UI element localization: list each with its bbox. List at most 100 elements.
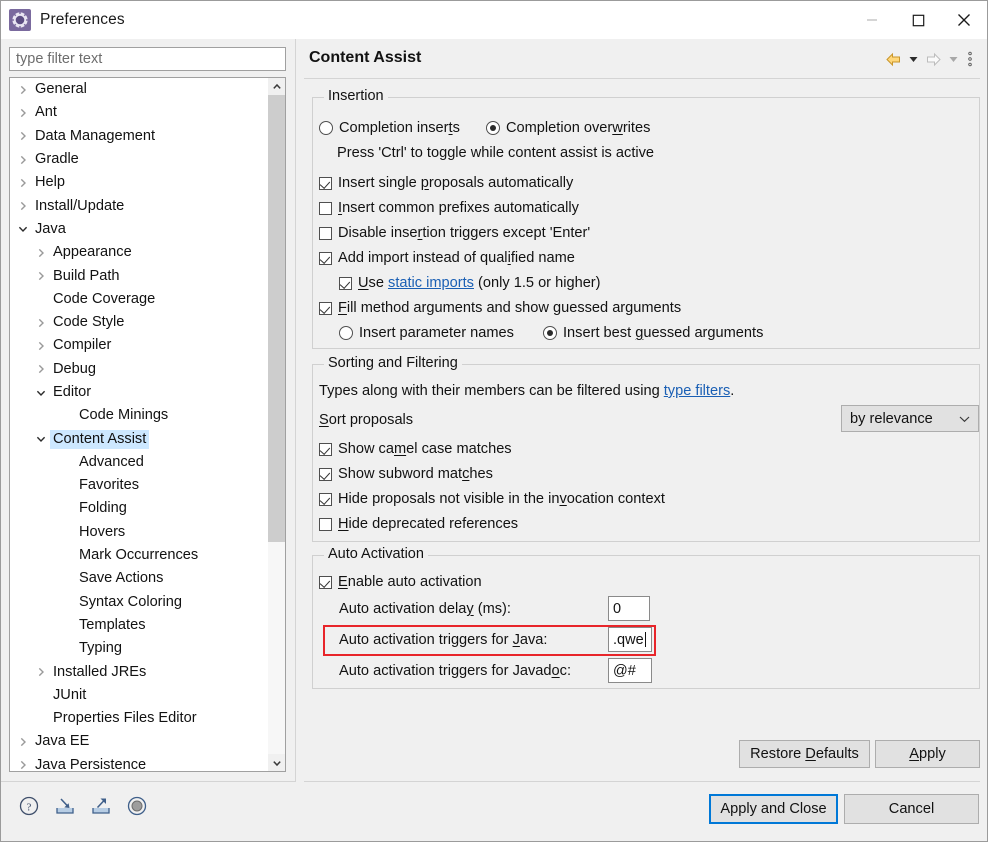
import-icon[interactable] (53, 794, 77, 818)
cancel-button[interactable]: Cancel (844, 794, 979, 824)
chevron-right-icon[interactable] (32, 248, 50, 258)
help-icon[interactable]: ? (17, 794, 41, 818)
scrollbar-thumb[interactable] (268, 95, 285, 542)
tree-item-debug[interactable]: Debug (10, 358, 268, 381)
checkbox-indicator[interactable] (339, 276, 352, 290)
checkbox-indicator[interactable] (319, 467, 332, 481)
back-caret-down-icon[interactable] (906, 49, 920, 69)
radio-indicator[interactable] (319, 121, 333, 135)
checkbox-insert-common-prefixes[interactable]: Insert common prefixes automatically (319, 199, 579, 217)
checkbox-indicator[interactable] (319, 226, 332, 240)
checkbox-indicator[interactable] (319, 251, 332, 265)
checkbox-add-import[interactable]: Add import instead of qualified name (319, 249, 575, 267)
tree-item-content-assist[interactable]: Content Assist (10, 427, 268, 450)
restore-defaults-button[interactable]: Restore Defaults (739, 740, 870, 768)
back-arrow-icon[interactable] (882, 49, 904, 69)
tree-item-advanced[interactable]: Advanced (10, 451, 268, 474)
checkbox-insert-single-proposals[interactable]: Insert single proposals automatically (319, 174, 573, 192)
checkbox-show-subword-matches[interactable]: Show subword matches (319, 465, 493, 483)
chevron-right-icon[interactable] (32, 667, 50, 677)
checkbox-fill-method-arguments[interactable]: Fill method arguments and show guessed a… (319, 299, 681, 317)
chevron-right-icon[interactable] (14, 155, 32, 165)
checkbox-indicator[interactable] (319, 301, 332, 315)
tree-item-code-style[interactable]: Code Style (10, 311, 268, 334)
filter-box[interactable] (9, 47, 286, 71)
tree-item-java-persistence[interactable]: Java Persistence (10, 754, 268, 771)
tree-item-java[interactable]: Java (10, 218, 268, 241)
checkbox-hide-invisible-proposals[interactable]: Hide proposals not visible in the invoca… (319, 490, 665, 508)
scroll-up-button[interactable] (268, 78, 285, 95)
search-input[interactable] (14, 49, 281, 69)
radio-indicator[interactable] (543, 326, 557, 340)
tree-item-folding[interactable]: Folding (10, 497, 268, 520)
tree-item-java-ee[interactable]: Java EE (10, 730, 268, 753)
tree-item-install-update[interactable]: Install/Update (10, 194, 268, 217)
radio-insert-parameter-names[interactable]: Insert parameter names (339, 324, 514, 342)
apply-and-close-button[interactable]: Apply and Close (709, 794, 838, 824)
maximize-button[interactable] (895, 1, 941, 39)
tree-item-ant[interactable]: Ant (10, 101, 268, 124)
chevron-down-icon[interactable] (14, 224, 32, 234)
tree-item-syntax-coloring[interactable]: Syntax Coloring (10, 591, 268, 614)
radio-indicator[interactable] (486, 121, 500, 135)
tree-item-general[interactable]: General (10, 78, 268, 101)
checkbox-indicator[interactable] (319, 517, 332, 531)
export-icon[interactable] (89, 794, 113, 818)
auto-activation-java-input[interactable]: .qwe (608, 627, 652, 652)
radio-indicator[interactable] (339, 326, 353, 340)
radio-completion-inserts[interactable]: Completion inserts (319, 119, 460, 137)
apply-button[interactable]: Apply (875, 740, 980, 768)
chevron-right-icon[interactable] (32, 318, 50, 328)
checkbox-disable-insertion-triggers[interactable]: Disable insertion triggers except 'Enter… (319, 224, 590, 242)
checkbox-indicator[interactable] (319, 201, 332, 215)
tree-item-build-path[interactable]: Build Path (10, 264, 268, 287)
tree-item-templates[interactable]: Templates (10, 614, 268, 637)
chevron-right-icon[interactable] (14, 760, 32, 770)
scrollbar-track[interactable] (268, 95, 285, 754)
tree-item-appearance[interactable]: Appearance (10, 241, 268, 264)
vertical-dots-icon[interactable] (962, 49, 978, 69)
tree-item-properties-files-editor[interactable]: Properties Files Editor (10, 707, 268, 730)
radio-insert-best-guessed-arguments[interactable]: Insert best guessed arguments (543, 324, 763, 342)
chevron-right-icon[interactable] (32, 364, 50, 374)
chevron-down-icon[interactable] (32, 388, 50, 398)
preferences-tree[interactable]: General Ant Data Management Gradle Help Insta… (9, 77, 286, 772)
close-button[interactable] (941, 1, 987, 39)
auto-activation-javadoc-input[interactable]: @# (608, 658, 652, 683)
minimize-button[interactable] (849, 1, 895, 39)
sort-proposals-select[interactable]: by relevance (841, 405, 979, 432)
tree-item-typing[interactable]: Typing (10, 637, 268, 660)
checkbox-indicator[interactable] (319, 492, 332, 506)
checkbox-show-camel-case[interactable]: Show camel case matches (319, 440, 512, 458)
tree-item-installed-jres[interactable]: Installed JREs (10, 660, 268, 683)
tree-item-editor[interactable]: Editor (10, 381, 268, 404)
tree-item-hovers[interactable]: Hovers (10, 521, 268, 544)
tree-item-code-minings[interactable]: Code Minings (10, 404, 268, 427)
scroll-down-button[interactable] (268, 754, 285, 771)
tree-item-junit[interactable]: JUnit (10, 684, 268, 707)
chevron-right-icon[interactable] (14, 85, 32, 95)
chevron-right-icon[interactable] (14, 201, 32, 211)
tree-item-data-management[interactable]: Data Management (10, 125, 268, 148)
chevron-right-icon[interactable] (14, 178, 32, 188)
tree-item-code-coverage[interactable]: Code Coverage (10, 288, 268, 311)
tree-item-save-actions[interactable]: Save Actions (10, 567, 268, 590)
checkbox-hide-deprecated[interactable]: Hide deprecated references (319, 515, 518, 533)
checkbox-indicator[interactable] (319, 575, 332, 589)
static-imports-link[interactable]: static imports (388, 275, 474, 291)
tree-item-favorites[interactable]: Favorites (10, 474, 268, 497)
checkbox-indicator[interactable] (319, 176, 332, 190)
checkbox-indicator[interactable] (319, 442, 332, 456)
tree-item-help[interactable]: Help (10, 171, 268, 194)
chevron-right-icon[interactable] (14, 737, 32, 747)
checkbox-enable-auto-activation[interactable]: Enable auto activation (319, 573, 482, 591)
chevron-right-icon[interactable] (32, 271, 50, 281)
auto-activation-delay-input[interactable]: 0 (608, 596, 650, 621)
chevron-right-icon[interactable] (32, 341, 50, 351)
tree-item-gradle[interactable]: Gradle (10, 148, 268, 171)
chevron-right-icon[interactable] (14, 131, 32, 141)
chevron-right-icon[interactable] (14, 108, 32, 118)
sphere-icon[interactable] (125, 794, 149, 818)
tree-item-compiler[interactable]: Compiler (10, 334, 268, 357)
type-filters-link[interactable]: type filters (664, 383, 731, 399)
